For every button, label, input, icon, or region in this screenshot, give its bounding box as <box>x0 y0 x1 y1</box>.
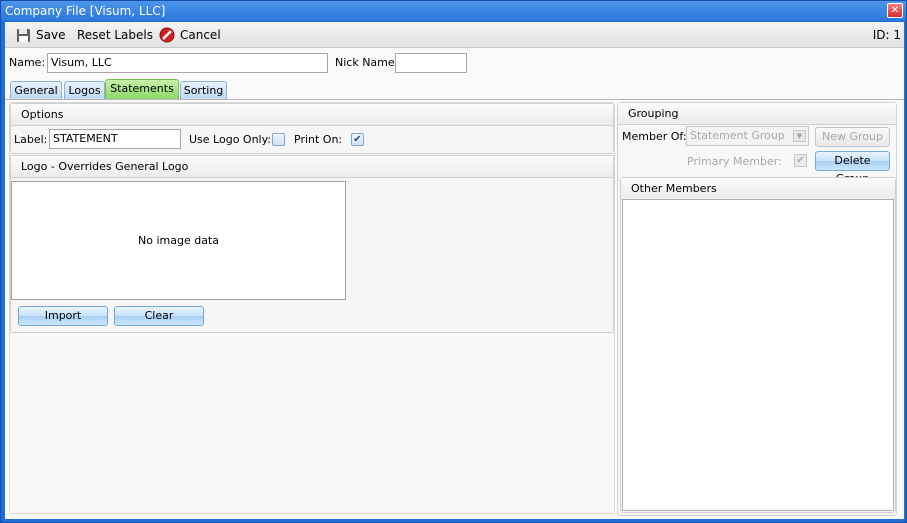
tab-statements[interactable]: Statements <box>105 79 179 100</box>
clear-button[interactable]: Clear <box>114 306 204 326</box>
nick-name-label: Nick Name: <box>335 56 399 69</box>
grouping-panel: Grouping Member Of: Statement Group ▼ Ne… <box>618 103 896 185</box>
tab-sorting[interactable]: Sorting <box>180 81 227 100</box>
use-logo-only-checkbox[interactable] <box>272 133 285 146</box>
company-file-window: Company File [Visum, LLC] ✕ Save Reset L… <box>0 0 907 523</box>
print-on-label: Print On: <box>294 133 343 146</box>
logo-panel: Logo - Overrides General Logo No image d… <box>10 155 614 333</box>
name-input[interactable]: Visum, LLC <box>47 53 328 73</box>
options-panel: Options Label: STATEMENT Use Logo Only: … <box>10 103 614 154</box>
tab-logos[interactable]: Logos <box>64 81 105 100</box>
other-members-header: Other Members <box>621 178 895 200</box>
name-label: Name: <box>9 56 46 69</box>
member-of-label: Member Of: <box>622 130 687 143</box>
tab-divider <box>5 99 904 100</box>
nick-name-input[interactable] <box>395 53 467 73</box>
primary-member-checkbox[interactable]: ✔ <box>794 154 807 167</box>
options-header: Options <box>11 104 613 126</box>
no-image-text: No image data <box>138 234 219 247</box>
floppy-disk-icon <box>17 28 30 42</box>
window-title: Company File [Visum, LLC] <box>5 4 166 18</box>
member-of-value: Statement Group <box>690 129 785 142</box>
reset-labels-label: Reset Labels <box>77 28 153 42</box>
import-button[interactable]: Import <box>18 306 108 326</box>
checkmark-icon: ✔ <box>796 155 805 166</box>
checkmark-icon: ✔ <box>353 134 362 145</box>
delete-group-button[interactable]: Delete Group <box>815 151 890 185</box>
save-button[interactable]: Save <box>16 27 65 43</box>
label-field-label: Label: <box>14 133 48 146</box>
grouping-header: Grouping <box>618 103 896 125</box>
member-of-select[interactable]: Statement Group ▼ <box>686 126 809 146</box>
record-id: ID: 1 <box>872 28 901 42</box>
cancel-label: Cancel <box>180 28 221 42</box>
right-column: Grouping Member Of: Statement Group ▼ Ne… <box>617 102 897 516</box>
cancel-button[interactable]: Cancel <box>159 27 221 43</box>
client-area: Save Reset Labels Cancel ID: 1 Name: Vis… <box>5 22 904 519</box>
left-column: Options Label: STATEMENT Use Logo Only: … <box>9 102 615 514</box>
other-members-list[interactable] <box>622 199 894 511</box>
toolbar: Save Reset Labels Cancel ID: 1 <box>5 22 904 48</box>
title-bar: Company File [Visum, LLC] ✕ <box>1 1 906 21</box>
logo-image-box: No image data <box>11 181 346 300</box>
primary-member-label: Primary Member: <box>687 155 782 168</box>
cancel-icon <box>159 27 175 43</box>
reset-labels-button[interactable]: Reset Labels <box>77 27 153 43</box>
close-button[interactable]: ✕ <box>887 3 903 18</box>
label-input[interactable]: STATEMENT <box>49 129 181 149</box>
dropdown-arrow-icon: ▼ <box>793 130 806 142</box>
close-icon: ✕ <box>890 5 900 16</box>
logo-header: Logo - Overrides General Logo <box>11 156 613 178</box>
print-on-checkbox[interactable]: ✔ <box>351 133 364 146</box>
other-members-panel: Other Members <box>620 177 896 513</box>
new-group-button[interactable]: New Group <box>815 127 890 147</box>
use-logo-only-label: Use Logo Only: <box>189 133 272 146</box>
tab-general[interactable]: General <box>10 81 62 100</box>
save-label: Save <box>36 28 66 42</box>
